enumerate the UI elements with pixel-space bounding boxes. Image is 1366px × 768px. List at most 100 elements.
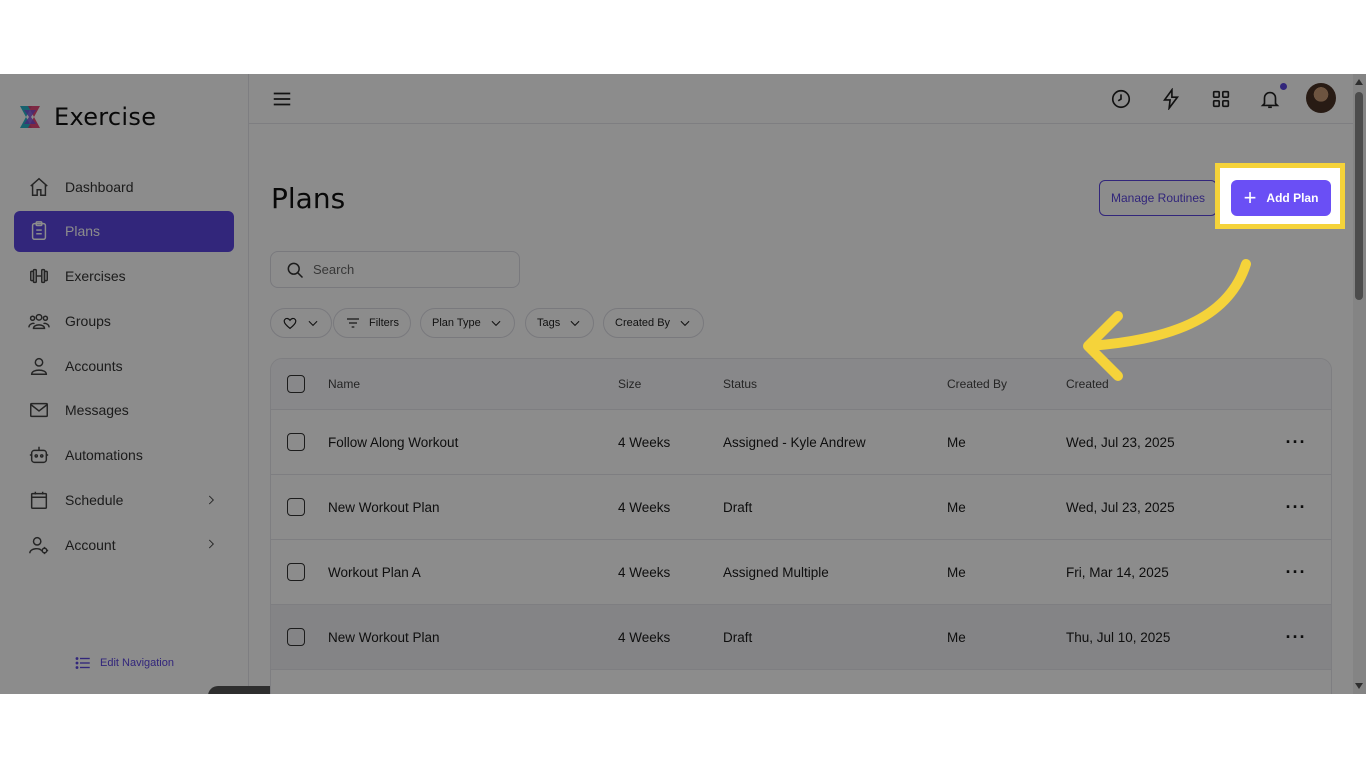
plan-type-filter[interactable]: Plan Type xyxy=(420,308,515,338)
manage-routines-button[interactable]: Manage Routines xyxy=(1099,180,1217,216)
plan-size: 4 Weeks xyxy=(618,499,671,515)
heart-icon xyxy=(283,317,297,330)
plan-name[interactable]: New Workout Plan xyxy=(328,500,618,515)
user-gear-icon xyxy=(29,536,49,555)
search-input[interactable] xyxy=(313,262,503,277)
filters-button[interactable]: Filters xyxy=(333,308,411,338)
plan-created: Thu, Jul 10, 2025 xyxy=(1066,629,1171,645)
more-options-icon[interactable]: ··· xyxy=(1266,432,1326,453)
notification-dot xyxy=(1280,83,1287,90)
plan-created-by: Me xyxy=(947,564,966,580)
sidebar-item-label: Messages xyxy=(65,402,129,419)
more-options-icon[interactable]: ··· xyxy=(1266,497,1326,518)
users-icon xyxy=(28,313,50,329)
sidebar-item-groups[interactable]: Groups xyxy=(14,300,234,341)
table-row[interactable]: Workout Plan A 4 Weeks Assigned Multiple… xyxy=(271,540,1331,605)
logo-icon xyxy=(20,106,40,128)
plan-created-by: Me xyxy=(947,499,966,515)
table-row[interactable]: Follow Along Workout 4 Weeks Assigned - … xyxy=(271,410,1331,475)
created-by-filter[interactable]: Created By xyxy=(603,308,705,338)
grid-icon[interactable] xyxy=(1210,88,1232,110)
home-icon xyxy=(30,177,48,196)
plan-name[interactable]: New Workout Plan xyxy=(328,630,618,645)
row-checkbox[interactable] xyxy=(287,563,305,581)
column-header-created-by[interactable]: Created By xyxy=(947,377,1066,391)
sidebar-nav: Dashboard Plans Exercises Groups Account… xyxy=(14,166,234,569)
sidebar-item-label: Accounts xyxy=(65,357,123,374)
app-name: Exercise xyxy=(54,103,157,131)
row-checkbox[interactable] xyxy=(287,498,305,516)
chevron-down-icon xyxy=(308,320,318,327)
favorites-filter[interactable] xyxy=(270,308,332,338)
brand[interactable]: Exercise xyxy=(16,102,156,132)
robot-icon xyxy=(29,447,49,464)
more-options-icon[interactable]: ··· xyxy=(1266,562,1326,583)
list-icon xyxy=(75,657,90,669)
sidebar-item-automations[interactable]: Automations xyxy=(14,435,234,476)
plan-name[interactable]: Workout Plan A xyxy=(328,565,618,580)
edit-navigation-link[interactable]: Edit Navigation xyxy=(74,654,174,672)
clipboard-icon xyxy=(31,221,47,241)
sidebar-item-label: Exercises xyxy=(65,268,126,285)
created-by-label: Created By xyxy=(615,317,671,329)
sidebar-item-label: Dashboard xyxy=(65,178,134,195)
plan-type-label: Plan Type xyxy=(432,317,481,329)
plan-name[interactable]: Follow Along Workout xyxy=(328,435,618,450)
sidebar-item-exercises[interactable]: Exercises xyxy=(14,256,234,297)
dumbbell-icon xyxy=(30,268,48,284)
lightning-icon[interactable] xyxy=(1160,88,1182,110)
table-row[interactable]: New Workout Plan 4 Weeks Draft Me Wed, J… xyxy=(271,475,1331,540)
sidebar-item-accounts[interactable]: Accounts xyxy=(14,345,234,386)
plan-created: Wed, Jul 23, 2025 xyxy=(1066,499,1175,515)
plan-status: Assigned - Kyle Andrew xyxy=(723,434,866,450)
plan-status: Assigned Multiple xyxy=(723,564,829,580)
scrollbar[interactable] xyxy=(1353,74,1366,694)
page-title: Plans xyxy=(271,182,346,215)
table-header: Name Size Status Created By Created xyxy=(271,359,1331,410)
sidebar-item-label: Account xyxy=(65,536,116,553)
scroll-down-arrow[interactable] xyxy=(1355,683,1363,689)
chevron-down-icon xyxy=(491,320,501,327)
mail-icon xyxy=(30,403,48,418)
table-row[interactable]: New Workout Plan 4 Weeks Draft Me Thu, J… xyxy=(271,605,1331,670)
sidebar-item-messages[interactable]: Messages xyxy=(14,390,234,431)
row-checkbox[interactable] xyxy=(287,628,305,646)
app-frame: Exercise Dashboard Plans Exercises Group… xyxy=(0,74,1366,694)
column-header-status[interactable]: Status xyxy=(723,377,947,391)
sidebar-item-label: Groups xyxy=(65,312,111,329)
column-header-created[interactable]: Created xyxy=(1066,377,1266,391)
sidebar-item-label: Automations xyxy=(65,447,143,464)
tags-filter[interactable]: Tags xyxy=(525,308,595,338)
top-bar xyxy=(249,74,1353,124)
search-box[interactable] xyxy=(270,251,520,288)
sidebar-item-dashboard[interactable]: Dashboard xyxy=(14,166,234,207)
sidebar-item-account[interactable]: Account xyxy=(14,524,234,565)
plan-created: Wed, Jul 23, 2025 xyxy=(1066,434,1175,450)
row-checkbox[interactable] xyxy=(287,433,305,451)
history-icon[interactable] xyxy=(1110,88,1132,110)
hamburger-menu-icon[interactable] xyxy=(271,88,293,110)
plan-created-by: Me xyxy=(947,629,966,645)
column-header-name[interactable]: Name xyxy=(328,377,618,391)
filters-label: Filters xyxy=(369,317,399,329)
scrollbar-thumb[interactable] xyxy=(1355,92,1363,300)
sidebar-item-label: Schedule xyxy=(65,492,124,509)
plans-table: Name Size Status Created By Created Foll… xyxy=(270,358,1332,694)
sidebar-item-schedule[interactable]: Schedule xyxy=(14,480,234,521)
edit-navigation-label: Edit Navigation xyxy=(100,657,174,669)
filter-lines-icon xyxy=(347,318,359,328)
tags-label: Tags xyxy=(537,317,561,329)
bell-icon[interactable] xyxy=(1259,88,1281,110)
plan-size: 4 Weeks xyxy=(618,564,671,580)
select-all-checkbox[interactable] xyxy=(287,375,305,393)
plan-size: 4 Weeks xyxy=(618,434,671,450)
calendar-icon xyxy=(30,491,48,510)
column-header-size[interactable]: Size xyxy=(618,377,723,391)
plan-size: 4 Weeks xyxy=(618,629,671,645)
scroll-up-arrow[interactable] xyxy=(1355,79,1363,85)
avatar[interactable] xyxy=(1306,83,1336,113)
chevron-down-icon xyxy=(570,320,580,327)
more-options-icon[interactable]: ··· xyxy=(1266,627,1326,648)
sidebar-item-plans[interactable]: Plans xyxy=(14,210,234,252)
chevron-right-icon xyxy=(208,539,214,549)
